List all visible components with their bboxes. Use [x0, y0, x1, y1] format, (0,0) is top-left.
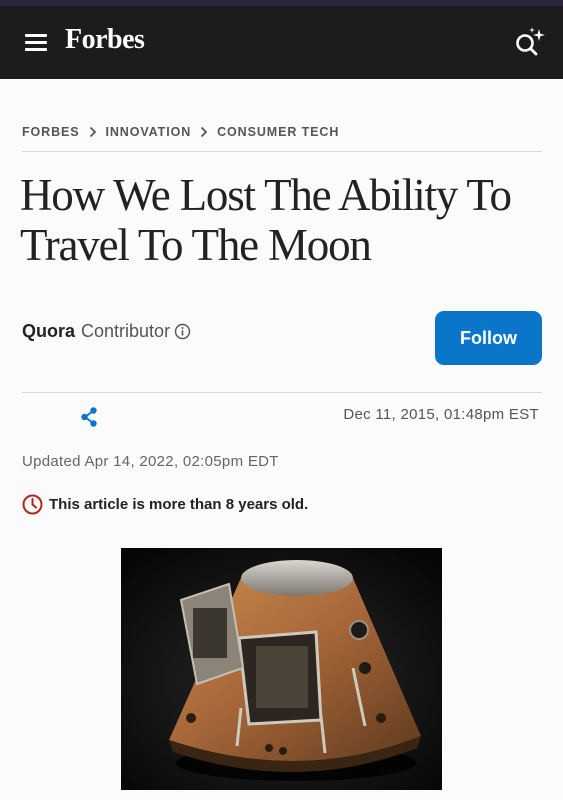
follow-button[interactable]: Follow	[435, 311, 542, 365]
author-byline: Quora Contributor	[22, 321, 191, 342]
apollo-capsule-illustration	[121, 548, 442, 790]
divider	[22, 151, 542, 152]
hamburger-menu-icon[interactable]	[25, 34, 47, 52]
chevron-right-icon	[89, 126, 97, 138]
publish-date: Dec 11, 2015, 01:48pm EST	[343, 406, 539, 423]
article-title: How We Lost The Ability To Travel To The…	[20, 170, 512, 270]
hero-image[interactable]	[121, 548, 442, 790]
forbes-logo[interactable]: Forbes	[65, 24, 145, 56]
breadcrumb-consumer-tech[interactable]: CONSUMER TECH	[217, 125, 339, 139]
search-icon[interactable]	[512, 24, 548, 60]
author-role: Contributor	[81, 321, 171, 341]
breadcrumb-innovation[interactable]: INNOVATION	[106, 125, 192, 139]
article-age-warning: This article is more than 8 years old.	[22, 494, 308, 515]
author-name[interactable]: Quora	[22, 321, 75, 342]
share-icon[interactable]	[78, 406, 100, 428]
updated-date: Updated Apr 14, 2022, 02:05pm EDT	[22, 453, 279, 470]
site-header: Forbes	[0, 6, 563, 79]
breadcrumb-forbes[interactable]: FORBES	[22, 125, 80, 139]
breadcrumb: FORBES INNOVATION CONSUMER TECH	[22, 125, 339, 139]
chevron-right-icon	[200, 126, 208, 138]
divider	[22, 392, 542, 393]
age-warning-text: This article is more than 8 years old.	[49, 496, 309, 513]
info-icon[interactable]	[174, 323, 191, 340]
clock-icon	[22, 494, 43, 515]
